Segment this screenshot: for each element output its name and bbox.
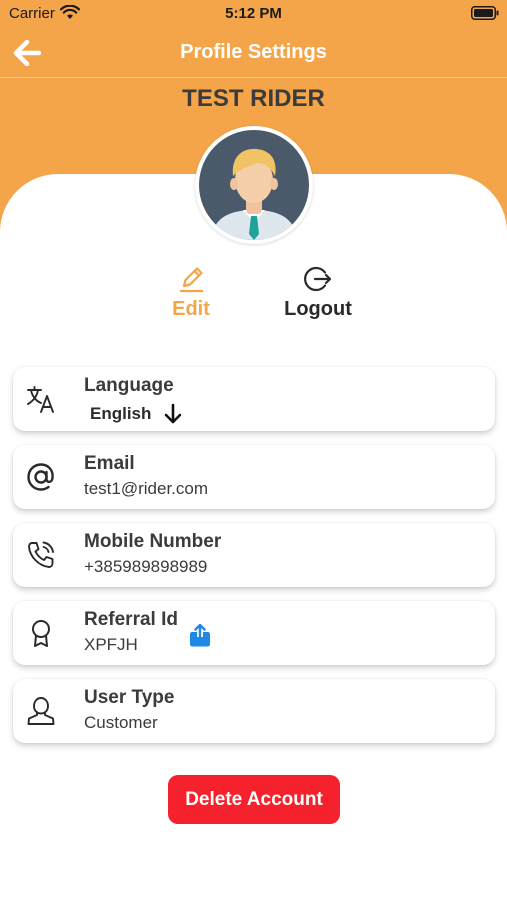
status-time: 5:12 PM bbox=[225, 5, 282, 22]
user-icon bbox=[25, 695, 57, 727]
delete-account-button[interactable]: Delete Account bbox=[168, 775, 340, 824]
mobile-card: Mobile Number +385989898989 bbox=[13, 523, 495, 587]
user-name: TEST RIDER bbox=[182, 85, 325, 112]
status-bar: Carrier 5:12 PM bbox=[0, 0, 507, 28]
referral-title: Referral Id bbox=[84, 609, 178, 630]
email-value: test1@rider.com bbox=[84, 479, 209, 498]
phone-icon bbox=[25, 539, 57, 571]
language-title: Language bbox=[84, 375, 174, 396]
language-value: English bbox=[90, 404, 152, 423]
referral-card: Referral Id XPFJH bbox=[13, 601, 495, 665]
email-card: Email test1@rider.com bbox=[13, 445, 495, 509]
award-ribbon-icon bbox=[25, 617, 57, 649]
language-dropdown[interactable]: English bbox=[90, 403, 183, 425]
email-title: Email bbox=[84, 453, 135, 474]
navigation-bar: Profile Settings bbox=[0, 28, 507, 78]
battery-icon bbox=[471, 6, 499, 25]
translate-icon bbox=[25, 383, 57, 415]
mobile-value: +385989898989 bbox=[84, 557, 208, 576]
logout-label: Logout bbox=[284, 298, 352, 320]
language-card[interactable]: Language English bbox=[13, 367, 495, 431]
user-avatar-icon bbox=[199, 130, 309, 240]
edit-button[interactable]: Edit bbox=[160, 264, 222, 321]
logout-button[interactable]: Logout bbox=[280, 264, 356, 321]
referral-value: XPFJH bbox=[84, 635, 138, 654]
arrow-down-icon bbox=[165, 403, 182, 424]
user-type-value: Customer bbox=[84, 713, 158, 732]
edit-label: Edit bbox=[172, 298, 210, 320]
user-type-card: User Type Customer bbox=[13, 679, 495, 743]
mobile-title: Mobile Number bbox=[84, 531, 222, 552]
user-type-title: User Type bbox=[84, 687, 175, 708]
at-sign-icon bbox=[25, 461, 57, 493]
share-icon[interactable] bbox=[189, 623, 211, 652]
logout-icon bbox=[304, 266, 332, 292]
avatar bbox=[195, 126, 313, 244]
pencil-icon bbox=[180, 267, 203, 293]
page-title: Profile Settings bbox=[180, 41, 327, 63]
